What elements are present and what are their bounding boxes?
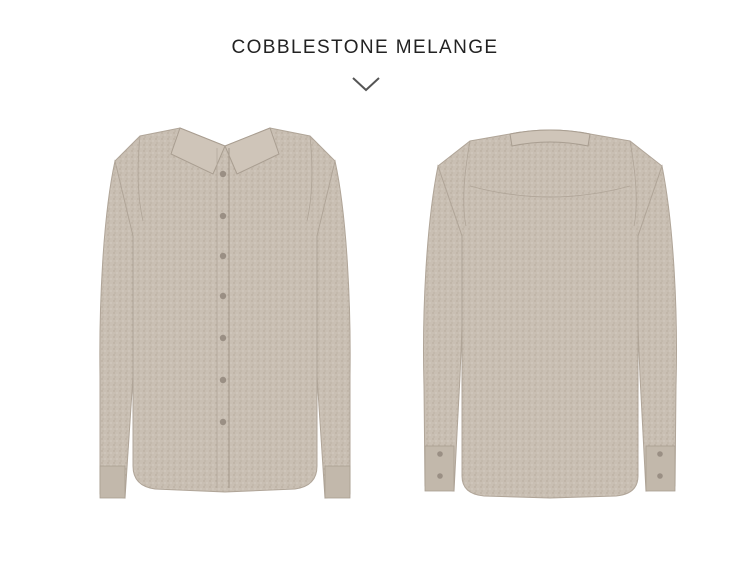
shirt-back-image: [420, 126, 680, 514]
chevron-down-icon[interactable]: [351, 75, 381, 93]
page-title: COBBLESTONE MELANGE: [231, 37, 499, 58]
shirt-front-image: [95, 126, 355, 514]
